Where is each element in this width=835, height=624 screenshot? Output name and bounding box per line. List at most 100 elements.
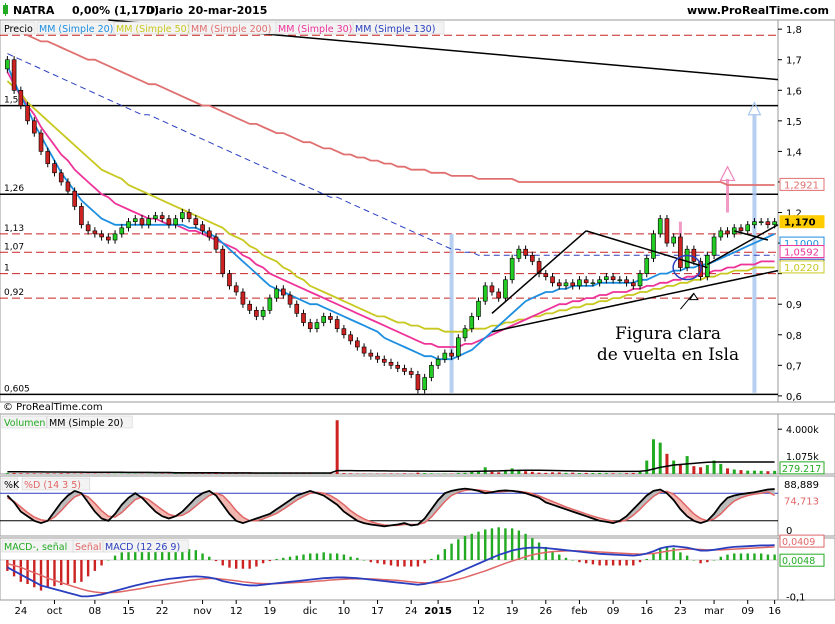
candle-body (544, 274, 548, 277)
value-tag-label: 279.217 (782, 464, 821, 475)
macd-histogram-bar (639, 560, 641, 562)
candle-body (658, 219, 662, 234)
legend-label: MM (Simple 20) (39, 24, 113, 35)
candle-body (604, 277, 608, 280)
candle-body (571, 283, 575, 286)
candle-body (625, 280, 629, 283)
macd-histogram-bar (706, 560, 708, 562)
period: Diario (146, 4, 184, 17)
macd-histogram-bar (491, 528, 493, 560)
macd-histogram-bar (646, 559, 648, 560)
candle-body (631, 283, 635, 286)
macd-histogram-bar (551, 551, 553, 560)
volume-bar (551, 472, 554, 474)
volume-bar (19, 473, 22, 474)
x-tick-label: 16 (768, 606, 781, 617)
candle-body (234, 286, 238, 292)
volume-bar (390, 473, 393, 474)
legend-label: MM (Simple 30) (278, 24, 352, 35)
volume-bar (443, 473, 446, 474)
macd-histogram-bar (484, 529, 486, 560)
site-link[interactable]: www.ProRealTime.com (687, 4, 829, 17)
macd-histogram-bar (598, 560, 600, 565)
candle-body (194, 219, 198, 225)
x-tick-label: 19 (506, 606, 519, 617)
price-tag-label: 1,2921 (784, 180, 819, 191)
legend-label: MACD (12 26 9) (105, 542, 180, 553)
candle-body (409, 371, 413, 374)
candle-body (510, 258, 514, 279)
candle-body (638, 274, 642, 286)
macd-histogram-bar (47, 560, 49, 587)
volume-bar (686, 456, 689, 474)
macd-histogram-bar (289, 557, 291, 560)
candle-body (773, 222, 777, 225)
candle-body (766, 222, 770, 225)
macd-histogram-bar (376, 560, 378, 563)
macd-histogram-bar (632, 560, 634, 565)
macd-histogram-bar (444, 549, 446, 560)
macd-histogram-bar (67, 560, 69, 584)
volume-bar (342, 473, 345, 474)
volume-bar (726, 468, 729, 474)
candle-body (402, 368, 406, 371)
volume-bar (457, 473, 460, 474)
candle-body (429, 365, 433, 377)
level-label: 1,07 (4, 242, 24, 252)
macd-histogram-bar (619, 560, 621, 565)
candle-body (268, 298, 272, 310)
value-tag-label: 88,889 (784, 480, 819, 491)
candle-body (577, 280, 581, 286)
x-tick-label: 08 (88, 606, 101, 617)
volume-bar (612, 473, 615, 474)
x-tick-label: 24 (405, 606, 418, 617)
volume-bar (585, 473, 588, 474)
volume-bar (591, 473, 594, 474)
candle-body (456, 338, 460, 356)
macd-histogram-bar (26, 560, 28, 584)
macd-histogram-bar (383, 560, 385, 564)
candle-body (328, 316, 332, 319)
candle-body (382, 359, 386, 362)
candle-body (591, 283, 595, 284)
candle-body (39, 133, 43, 151)
volume-bar (80, 473, 83, 474)
legend-label: MM (Simple 200) (191, 24, 271, 35)
candle-body (73, 191, 77, 206)
volume-bar (773, 471, 776, 474)
legend-label: %K (4, 480, 20, 491)
candle-body (611, 277, 615, 280)
annotation-line-2: de vuelta en Isla (597, 345, 739, 365)
candle-body (376, 356, 380, 359)
macd-histogram-bar (316, 553, 318, 560)
volume-bar (538, 473, 541, 474)
macd-histogram-bar (531, 538, 533, 560)
volume-bar (6, 473, 9, 474)
volume-bar (739, 470, 742, 474)
macd-histogram-bar (747, 553, 749, 560)
macd-histogram-bar (107, 560, 109, 561)
x-tick-label: 09 (741, 606, 754, 617)
candle-body (46, 151, 50, 163)
macd-histogram-bar (733, 553, 735, 560)
volume-bar (632, 473, 635, 474)
y-tick-label: 1,7 (786, 56, 802, 67)
x-tick-label: 23 (674, 606, 687, 617)
y-tick-label: 1,8 (786, 25, 802, 36)
legend-label: Precio (4, 24, 33, 35)
volume-bar (53, 473, 56, 474)
macd-histogram-bar (208, 557, 210, 560)
candle-body (187, 213, 191, 219)
candle-body (443, 353, 447, 359)
candle-body (93, 231, 97, 234)
level-label: 1 (4, 264, 10, 274)
macd-histogram-bar (410, 560, 412, 567)
candle-body (450, 353, 454, 356)
candle-body (746, 225, 750, 231)
macd-histogram-bar (558, 555, 560, 560)
candle-body (127, 222, 131, 228)
volume-bar (524, 471, 527, 474)
candle-body (106, 237, 110, 240)
volume-bar (706, 465, 709, 474)
x-tick-label: 19 (263, 606, 276, 617)
